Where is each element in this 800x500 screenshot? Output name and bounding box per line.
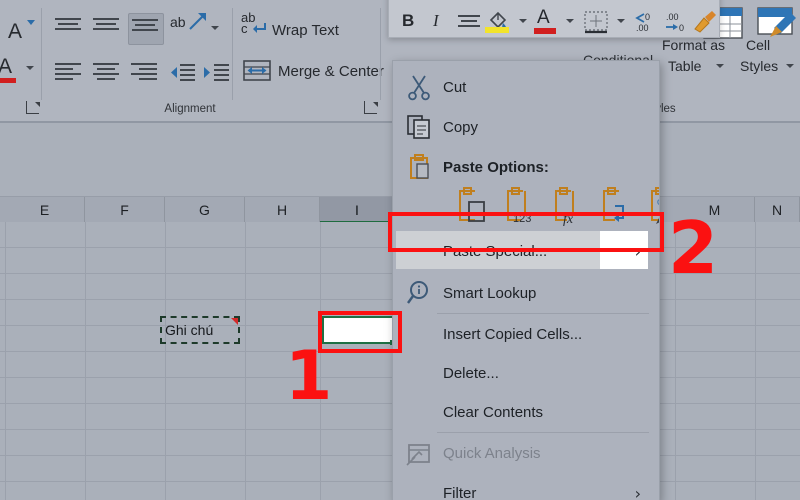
- align-top-icon[interactable]: [55, 18, 81, 33]
- align-right-icon[interactable]: [131, 63, 157, 83]
- clipboard-icon: [410, 154, 429, 179]
- ribbon-divider-3: [380, 8, 381, 100]
- increase-decimal-icon[interactable]: .00 0: [664, 9, 690, 35]
- annotation-number-1: 1: [285, 337, 333, 416]
- quick-analysis-icon: [406, 444, 430, 466]
- menu-item-filter-label: Filter: [443, 484, 477, 500]
- orientation-chevron-down-icon[interactable]: [211, 26, 219, 30]
- gridline-v: [85, 222, 86, 500]
- menu-item-smart-lookup[interactable]: Smart Lookup: [393, 273, 659, 313]
- gridline-v: [5, 222, 6, 500]
- fill-color-swatch: [485, 27, 509, 33]
- align-bottom-glyph: [132, 19, 158, 34]
- font-color-swatch-mt: [534, 28, 556, 34]
- column-header-N[interactable]: N: [755, 197, 800, 223]
- increase-font-caret-icon: [27, 20, 35, 25]
- menu-item-cut[interactable]: Cut: [393, 67, 659, 107]
- copied-cell-value: Ghi chú: [165, 322, 214, 338]
- menu-item-insert-copied-cells[interactable]: Insert Copied Cells...: [393, 314, 659, 354]
- increase-indent-icon[interactable]: [202, 62, 230, 84]
- menu-item-copy[interactable]: Copy: [393, 107, 659, 147]
- bold-button[interactable]: B: [402, 11, 414, 31]
- gridline-v: [245, 222, 246, 500]
- font-color-icon[interactable]: A: [0, 55, 12, 79]
- menu-item-clear-contents[interactable]: Clear Contents: [393, 392, 659, 432]
- magnifier-info-icon: [407, 281, 428, 304]
- context-menu[interactable]: Cut Copy Paste Options: 123 fx Paste Spe…: [392, 60, 660, 500]
- annotation-number-2: 2: [668, 206, 719, 290]
- orientation-arrow-icon: [189, 13, 206, 30]
- menu-item-paste-options: Paste Options:: [393, 147, 659, 187]
- gridline-v: [755, 222, 756, 500]
- menu-item-delete-label: Delete...: [443, 364, 499, 382]
- align-middle-icon[interactable]: [93, 18, 119, 33]
- borders-icon[interactable]: [583, 10, 609, 36]
- center-align-button[interactable]: [458, 15, 480, 30]
- column-header-E[interactable]: E: [5, 197, 85, 223]
- cell-styles-label-2: Styles: [740, 58, 779, 74]
- menu-item-quick-analysis-label: Quick Analysis: [443, 444, 541, 462]
- font-color-button[interactable]: A: [537, 7, 550, 29]
- borders-chevron-down-icon[interactable]: [617, 19, 625, 23]
- menu-item-smart-lookup-label: Smart Lookup: [443, 284, 537, 302]
- mini-toolbar: B I A 0 .00 .00 0: [388, 0, 720, 38]
- format-painter-icon[interactable]: [692, 9, 718, 35]
- menu-item-filter[interactable]: Filter ›: [393, 473, 659, 500]
- italic-button[interactable]: I: [433, 11, 439, 31]
- gridline-v: [165, 222, 166, 500]
- format-as-table-label-2: Table: [668, 58, 702, 74]
- decrease-decimal-icon[interactable]: 0 .00: [634, 9, 660, 35]
- column-header-F[interactable]: F: [85, 197, 165, 223]
- ribbon-divider-2: [232, 8, 233, 100]
- menu-item-paste-options-label: Paste Options:: [443, 158, 549, 176]
- wrap-text-label[interactable]: Wrap Text: [272, 22, 339, 39]
- svg-text:0: 0: [645, 12, 650, 22]
- font-color-chevron-down-icon[interactable]: [26, 66, 34, 70]
- wrap-text-arrow-icon: [253, 23, 266, 33]
- align-left-icon[interactable]: [55, 63, 81, 83]
- copied-source-cell[interactable]: Ghi chú: [160, 316, 240, 344]
- column-header-H[interactable]: H: [245, 197, 320, 223]
- svg-text:.00: .00: [636, 23, 649, 33]
- comment-indicator-icon: [231, 318, 238, 325]
- orientation-icon[interactable]: ab: [170, 14, 186, 30]
- column-header-G[interactable]: G: [165, 197, 245, 223]
- annotation-rect-paste-special: [388, 212, 664, 252]
- scissors-icon: [408, 75, 430, 101]
- format-as-table-chevron-down-icon[interactable]: [716, 64, 724, 68]
- menu-item-clear-contents-label: Clear Contents: [443, 403, 544, 421]
- cell-styles-chevron-down-icon[interactable]: [786, 64, 794, 68]
- align-center-icon[interactable]: [93, 63, 119, 83]
- increase-font-size-icon[interactable]: A: [8, 20, 22, 44]
- menu-item-insert-copied-cells-label: Insert Copied Cells...: [443, 325, 583, 343]
- ribbon-divider: [41, 8, 42, 100]
- merge-center-icon: [243, 60, 271, 81]
- svg-text:0: 0: [679, 23, 684, 33]
- decrease-indent-icon[interactable]: [168, 62, 196, 84]
- menu-item-copy-label: Copy: [443, 118, 479, 136]
- font-color-swatch: [0, 78, 16, 83]
- alignment-group-label: Alignment: [164, 103, 216, 115]
- menu-item-cut-label: Cut: [443, 78, 467, 96]
- filter-chevron-right-icon[interactable]: ›: [635, 484, 641, 500]
- copy-icon: [407, 115, 430, 139]
- font-dialog-launcher[interactable]: [26, 101, 40, 114]
- fill-color-chevron-down-icon[interactable]: [519, 19, 527, 23]
- merge-center-label[interactable]: Merge & Center: [278, 63, 384, 80]
- alignment-dialog-launcher[interactable]: [364, 101, 378, 114]
- svg-text:.00: .00: [666, 12, 679, 22]
- menu-item-delete[interactable]: Delete...: [393, 353, 659, 393]
- cell-styles-icon: [757, 7, 796, 37]
- column-header-I[interactable]: I: [320, 197, 395, 223]
- excel-screenshot: A A ab ab c Wrap Text Merge & Center Ali…: [0, 0, 800, 500]
- svg-text:%: %: [657, 197, 660, 211]
- menu-item-quick-analysis: Quick Analysis: [393, 433, 659, 473]
- font-color-chevron-down-icon-mt[interactable]: [566, 19, 574, 23]
